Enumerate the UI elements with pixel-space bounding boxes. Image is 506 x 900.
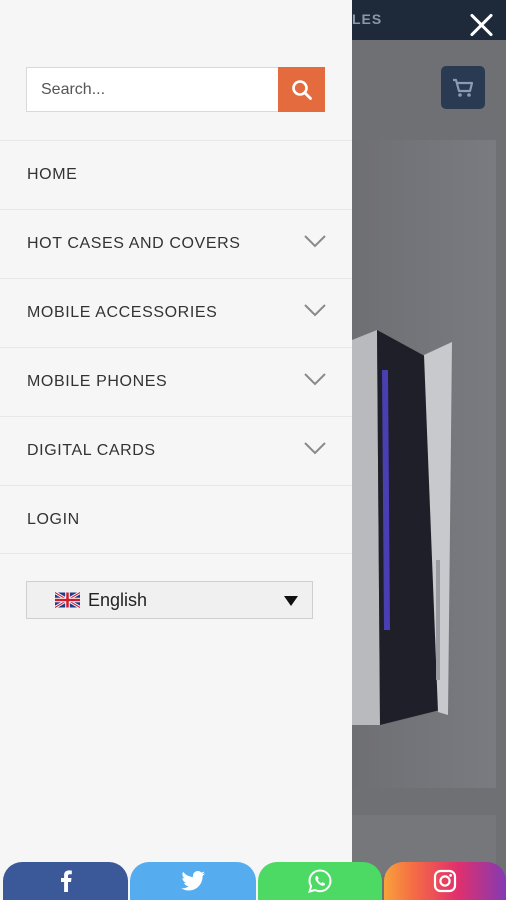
side-drawer: HOME HOT CASES AND COVERS MOBILE ACCESSO… [0, 0, 352, 900]
menu-item-hot-cases-and-covers[interactable]: HOT CASES AND COVERS [0, 209, 352, 278]
search-icon [291, 79, 312, 100]
menu-item-mobile-phones[interactable]: MOBILE PHONES [0, 347, 352, 416]
chevron-down-icon[interactable] [304, 372, 326, 386]
menu-item-home[interactable]: HOME [0, 140, 352, 209]
menu-item-mobile-accessories[interactable]: MOBILE ACCESSORIES [0, 278, 352, 347]
menu-item-label: DIGITAL CARDS [27, 442, 156, 459]
search-bar [26, 67, 325, 112]
twitter-icon [181, 871, 205, 891]
search-button[interactable] [278, 67, 325, 112]
menu-item-login[interactable]: LOGIN [0, 485, 352, 554]
chevron-down-icon[interactable] [304, 234, 326, 248]
cart-button[interactable] [441, 66, 485, 109]
menu-item-label: HOME [27, 166, 78, 183]
uk-flag-icon [55, 592, 80, 608]
menu-item-digital-cards[interactable]: DIGITAL CARDS [0, 416, 352, 485]
menu-item-label: MOBILE PHONES [27, 373, 168, 390]
instagram-icon [433, 869, 457, 893]
menu-item-label: LOGIN [27, 510, 80, 528]
cart-icon [453, 78, 474, 97]
product-image [352, 330, 452, 725]
menu-item-label: HOT CASES AND COVERS [27, 235, 241, 252]
twitter-share-button[interactable] [130, 862, 256, 900]
close-menu-button[interactable] [464, 8, 498, 42]
language-label: English [88, 589, 148, 610]
menu-item-label: MOBILE ACCESSORIES [27, 304, 218, 321]
facebook-share-button[interactable] [3, 862, 128, 900]
chevron-down-icon[interactable] [304, 441, 326, 455]
whatsapp-icon [308, 869, 332, 893]
facebook-icon [60, 870, 72, 892]
nav-menu: HOME HOT CASES AND COVERS MOBILE ACCESSO… [0, 140, 352, 554]
whatsapp-share-button[interactable] [258, 862, 382, 900]
search-input[interactable] [26, 67, 278, 112]
chevron-down-icon[interactable] [304, 303, 326, 317]
instagram-share-button[interactable] [384, 862, 506, 900]
language-select[interactable]: English [26, 581, 313, 619]
caret-down-icon [284, 596, 298, 606]
top-bar-text: LES [352, 11, 383, 27]
social-share-bar [0, 862, 506, 900]
